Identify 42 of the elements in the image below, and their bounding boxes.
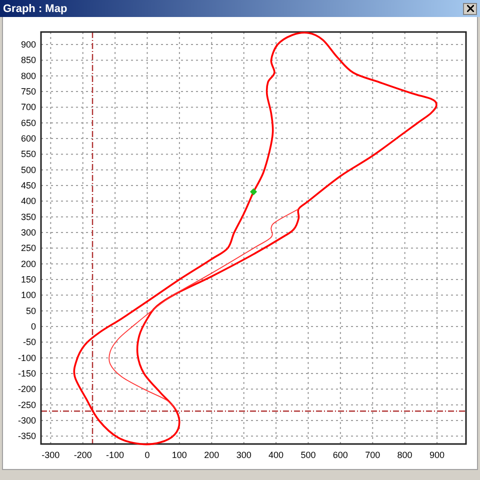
axis-tick-label: 50 [26,306,36,316]
axis-tick-label: 450 [20,180,36,191]
axis-tick-label: -50 [22,337,36,348]
axis-tick-label: -100 [18,352,36,363]
axis-tick-label: 0 [144,450,150,460]
axis-tick-label: -350 [18,431,36,442]
axis-tick-label: 900 [20,40,36,50]
axis-tick-label: 700 [20,102,36,112]
axis-tick-label: 500 [20,164,36,175]
axis-tick-label: 500 [300,450,316,460]
axis-tick-label: 300 [236,450,252,460]
axis-tick-label: 700 [365,450,380,460]
axis-tick-label: 800 [397,450,412,460]
axis-tick-label: -300 [42,450,60,460]
axis-tick-label: -200 [74,450,92,460]
close-button[interactable] [463,2,477,14]
axis-tick-label: 200 [204,450,220,460]
axis-tick-label: 100 [172,450,187,460]
axis-tick-label: 600 [332,450,348,460]
window-title: Graph : Map [3,2,68,14]
axis-tick-label: 350 [20,212,36,222]
axis-tick-label: 800 [20,70,36,81]
axis-tick-label: -200 [18,384,36,394]
axis-tick-label: -150 [18,368,36,378]
axis-tick-label: 550 [20,149,36,160]
axis-tick-label: -250 [18,400,36,410]
close-icon [466,5,474,12]
axis-tick-label: 150 [20,274,36,285]
axis-tick-label: 650 [20,118,36,128]
axis-tick-label: 300 [20,228,36,238]
axis-tick-label: 200 [20,258,36,269]
axis-tick-label: 400 [268,450,284,460]
axis-tick-label: 0 [30,322,36,332]
axis-tick-label: -300 [18,416,36,426]
axis-tick-label: -100 [106,450,124,460]
axis-tick-label: 250 [20,243,36,254]
axis-tick-label: 600 [20,134,36,144]
axis-tick-label: 850 [20,55,36,66]
axis-tick-label: 100 [20,290,36,300]
axis-tick-label: 400 [20,196,36,206]
axis-tick-label: 900 [430,450,445,460]
axis-tick-label: 750 [20,86,36,97]
